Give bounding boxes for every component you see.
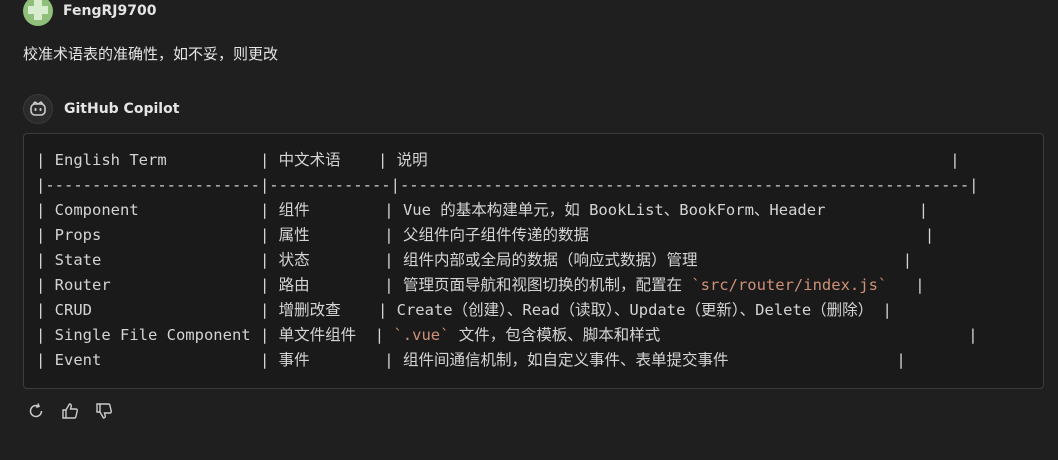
message-actions — [26, 401, 114, 421]
code-text: | Single File Component | 单文件组件 | — [36, 326, 394, 344]
code-line: | State | 状态 | 组件内部或全局的数据（响应式数据）管理 | — [36, 251, 913, 269]
code-text: 文件，包含模板、脚本和样式 | — [449, 326, 978, 344]
code-string: `src/router/index.js` — [691, 276, 888, 294]
code-line: | English Term | 中文术语 | 说明 | — [36, 151, 960, 169]
code-text: | Router | 路由 | 管理页面导航和视图切换的机制，配置在 — [36, 276, 692, 294]
code-text: | — [887, 276, 925, 294]
code-line: | Props | 属性 | 父组件向子组件传递的数据 | — [36, 226, 935, 244]
assistant-header: GitHub Copilot — [23, 94, 179, 124]
user-name: FengRJ9700 — [63, 3, 157, 19]
code-line: | Router | 路由 | 管理页面导航和视图切换的机制，配置在 `src/… — [36, 275, 925, 295]
copilot-icon — [23, 94, 53, 124]
code-line: | Component | 组件 | Vue 的基本构建单元，如 BookLis… — [36, 201, 929, 219]
thumbs-down-icon[interactable] — [94, 401, 114, 421]
thumbs-up-icon[interactable] — [60, 401, 80, 421]
user-avatar[interactable] — [23, 0, 53, 26]
code-block[interactable]: | English Term | 中文术语 | 说明 | |----------… — [23, 133, 1044, 389]
code-line: | Event | 事件 | 组件间通信机制，如自定义事件、表单提交事件 | — [36, 351, 906, 369]
retry-icon[interactable] — [26, 401, 46, 421]
code-line: | CRUD | 增删改查 | Create（创建）、Read（读取）、Upda… — [36, 301, 892, 319]
user-header: FengRJ9700 — [23, 0, 156, 30]
code-line: |-----------------------|-------------|-… — [36, 176, 979, 194]
assistant-name: GitHub Copilot — [64, 101, 180, 117]
code-line: | Single File Component | 单文件组件 | `.vue`… — [36, 325, 978, 345]
code-string: `.vue` — [393, 326, 450, 344]
user-message: 校准术语表的准确性，如不妥，则更改 — [23, 45, 279, 63]
